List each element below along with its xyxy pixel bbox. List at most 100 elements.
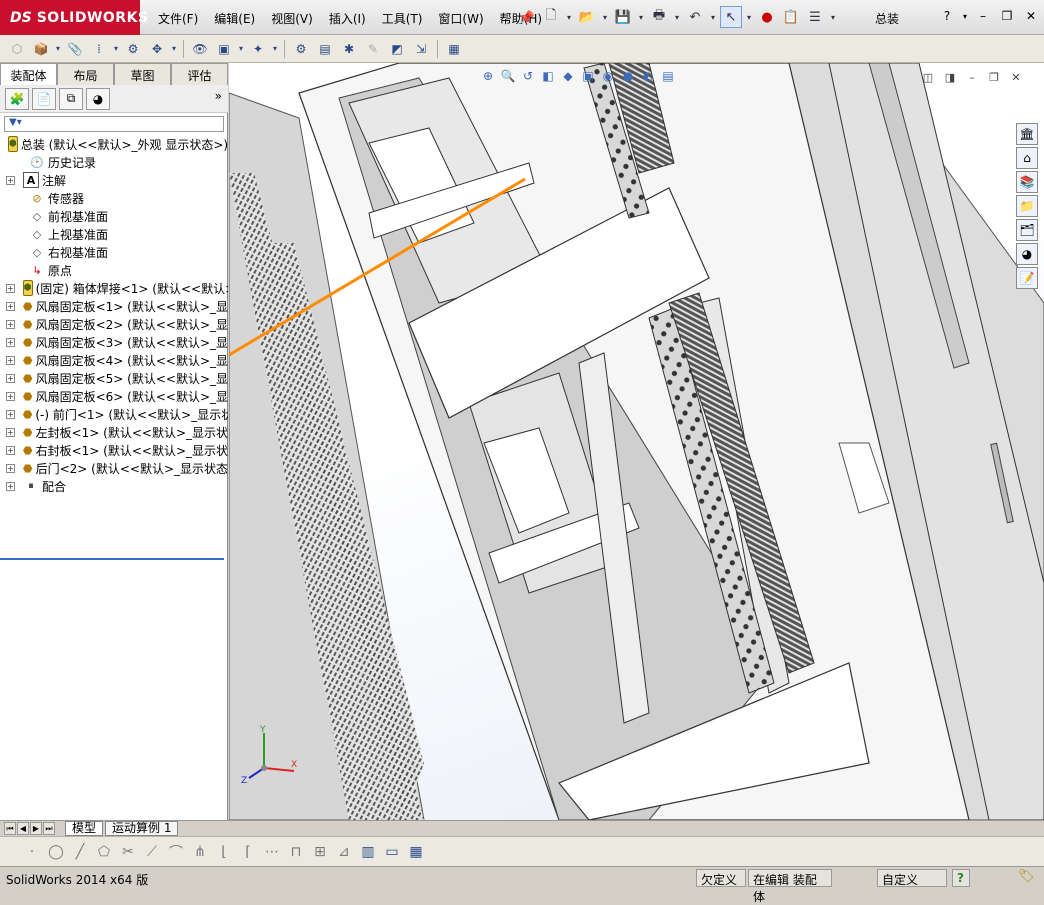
tree-item-component[interactable]: + ⬣ 风扇固定板<3> (默认<<默认>_显 [0,333,228,351]
mate-paperclip-icon[interactable]: 📎 [64,38,86,60]
view-palette-icon[interactable]: 🗂 [1016,219,1038,241]
apply-scene-icon[interactable]: ◐ [639,67,657,85]
mirror-icon[interactable]: ⋔ [190,842,210,862]
tree-item-sensors[interactable]: ⊘ 传感器 [0,189,228,207]
minimize-icon[interactable]: – [972,6,994,26]
rebuild-traffic-light-icon[interactable]: ● [756,6,778,28]
tab-motion-study[interactable]: 运动算例 1 [105,821,179,836]
expand-toggle[interactable]: + [6,427,15,437]
tree-item-component[interactable]: + ⬣ 左封板<1> (默认<<默认>_显示状 [0,423,228,441]
fillet-icon[interactable]: ⌊ [214,842,234,862]
construction-icon[interactable]: ⋯ [262,842,282,862]
insert-component-icon[interactable]: ⬡ [6,38,28,60]
undo-dropdown-icon[interactable]: ▾ [708,6,718,28]
menu-edit[interactable]: 编辑(E) [206,8,263,29]
zoom-area-icon[interactable]: 🔍 [499,67,517,85]
trim-icon[interactable]: ✂ [118,842,138,862]
open-folder-icon[interactable]: 📂 [576,6,598,28]
property-manager-icon[interactable]: 📄 [32,87,56,110]
quick-snaps-icon[interactable]: ▭ [382,842,402,862]
viewport-close-icon[interactable]: ✕ [1007,69,1025,85]
save-dropdown-icon[interactable]: ▾ [636,6,646,28]
polygon-icon[interactable]: ⬠ [94,842,114,862]
expand-toggle[interactable]: + [6,481,15,491]
move-component-icon[interactable]: ✥ [146,38,168,60]
bill-of-materials-icon[interactable]: ▤ [314,38,336,60]
next-tab-icon[interactable]: ▶ [30,822,42,835]
menu-tools[interactable]: 工具(T) [374,8,431,29]
file-properties-icon[interactable]: 📋 [780,6,802,28]
extra-tool-icon[interactable]: ▦ [443,38,465,60]
file-explorer-icon[interactable]: 📁 [1016,195,1038,217]
grid-icon[interactable]: ⊞ [310,842,330,862]
view-orientation-icon[interactable]: ◆ [559,67,577,85]
offset-icon[interactable]: ⌒ [166,842,186,862]
pin-icon[interactable]: 📌 [516,7,538,29]
viewport-restore-icon[interactable]: ❐ [985,69,1003,85]
tree-item-component[interactable]: + ⬣ 后门<2> (默认<<默认>_显示状态 [0,459,228,477]
help-icon[interactable]: ? [936,6,958,26]
tab-evaluate[interactable]: 评估 [171,63,228,85]
linear-pattern-icon[interactable]: ⁞ [88,38,110,60]
tree-item-origin[interactable]: ↳ 原点 [0,261,228,279]
view-settings-icon[interactable]: ▤ [659,67,677,85]
interference-detection-icon[interactable]: ◩ [386,38,408,60]
menu-view[interactable]: 视图(V) [263,8,321,29]
circle-icon[interactable]: ◯ [46,842,66,862]
line-icon[interactable]: ╱ [70,842,90,862]
expand-toggle[interactable]: + [6,373,15,383]
new-part-icon[interactable]: 📦 [30,38,52,60]
menu-window[interactable]: 窗口(W) [430,8,491,29]
section-view-icon[interactable]: ◧ [539,67,557,85]
expand-toggle[interactable]: + [6,409,15,419]
expand-toggle[interactable]: + [6,391,15,401]
smart-fasteners-icon[interactable]: ⚙ [122,38,144,60]
split-vertical-icon[interactable]: ◨ [941,69,959,85]
table-icon[interactable]: ▦ [406,842,426,862]
reference-geometry-icon[interactable]: ✦ [247,38,269,60]
expand-toggle[interactable]: + [6,445,15,455]
print-icon[interactable]: 🖶 [648,6,670,28]
pattern-dropdown-icon[interactable]: ▾ [112,38,120,60]
expand-toggle[interactable]: + [6,301,15,311]
tree-item-history[interactable]: 🕑 历史记录 [0,153,228,171]
restore-icon[interactable]: ❐ [996,6,1018,26]
status-help-icon[interactable]: ? [952,869,970,887]
dimension-icon[interactable]: ⊓ [286,842,306,862]
tree-item-component[interactable]: + ⬣ 风扇固定板<1> (默认<<默认>_显 [0,297,228,315]
first-tab-icon[interactable]: ⏮ [4,822,16,835]
tree-item-component[interactable]: + ⬣ 风扇固定板<2> (默认<<默认>_显 [0,315,228,333]
relations-icon[interactable]: ⊿ [334,842,354,862]
expand-toggle[interactable]: + [6,337,15,347]
tree-item-annotations[interactable]: + A 注解 [0,171,228,189]
move-dropdown-icon[interactable]: ▾ [170,38,178,60]
tree-item-component[interactable]: + ⬣ 风扇固定板<5> (默认<<默认>_显 [0,369,228,387]
menu-file[interactable]: 文件(F) [150,8,206,29]
tab-assembly[interactable]: 装配体 [0,63,57,85]
features-dropdown-icon[interactable]: ▾ [237,38,245,60]
tree-item-top-plane[interactable]: ◇ 上视基准面 [0,225,228,243]
expand-more-icon[interactable]: » [215,89,222,103]
tab-sketch[interactable]: 草图 [114,63,171,85]
menu-insert[interactable]: 插入(I) [321,8,374,29]
save-icon[interactable]: 💾 [612,6,634,28]
repair-sketch-icon[interactable]: ▥ [358,842,378,862]
new-dropdown-icon[interactable]: ▾ [564,6,574,28]
assembly-model[interactable] [229,63,1044,820]
design-library-icon[interactable]: 📚 [1016,171,1038,193]
feature-manager-icon[interactable]: 🧩 [5,87,29,110]
extend-icon[interactable]: ⟋ [142,842,162,862]
expand-toggle[interactable]: + [6,355,15,365]
help-dropdown-icon[interactable]: ▾ [960,6,970,26]
prev-tab-icon[interactable]: ◀ [17,822,29,835]
assembly-features-icon[interactable]: ▣ [213,38,235,60]
previous-view-icon[interactable]: ↺ [519,67,537,85]
tab-model[interactable]: 模型 [65,821,104,836]
select-dropdown-icon[interactable]: ▾ [744,6,754,28]
expand-toggle[interactable]: + [6,283,15,293]
options-dropdown-icon[interactable]: ▾ [828,6,838,28]
home-icon[interactable]: ⌂ [1016,147,1038,169]
configuration-manager-icon[interactable]: ⧉ [59,87,83,110]
solidworks-resources-icon[interactable]: 🏛 [1016,123,1038,145]
print-dropdown-icon[interactable]: ▾ [672,6,682,28]
